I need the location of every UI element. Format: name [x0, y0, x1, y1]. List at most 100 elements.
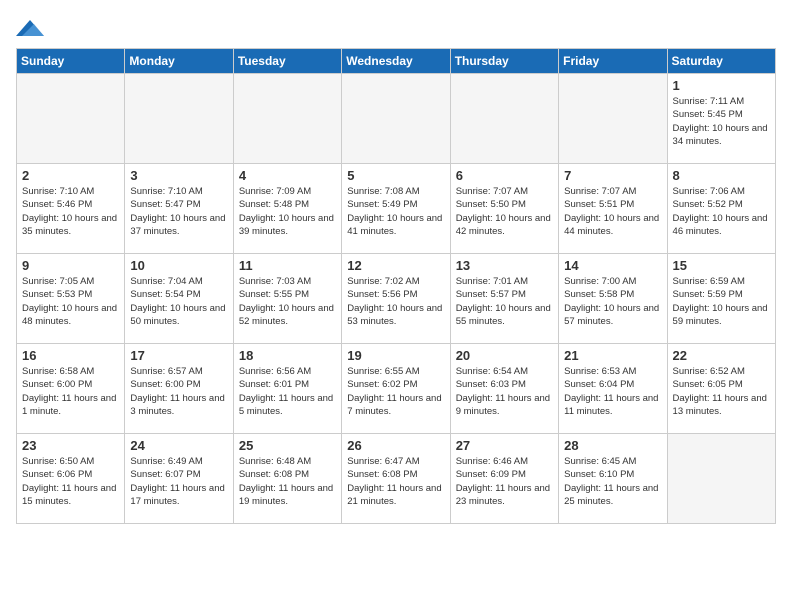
calendar-week-1: 1 Sunrise: 7:11 AM Sunset: 5:45 PM Daylig… [17, 74, 776, 164]
day-info: Sunrise: 6:57 AM Sunset: 6:00 PM Dayligh… [130, 365, 227, 418]
day-info: Sunrise: 6:47 AM Sunset: 6:08 PM Dayligh… [347, 455, 444, 508]
day-info: Sunrise: 7:06 AM Sunset: 5:52 PM Dayligh… [673, 185, 770, 238]
day-info: Sunrise: 7:05 AM Sunset: 5:53 PM Dayligh… [22, 275, 119, 328]
calendar-cell: 13 Sunrise: 7:01 AM Sunset: 5:57 PM Dayli… [450, 254, 558, 344]
calendar-cell: 28 Sunrise: 6:45 AM Sunset: 6:10 PM Dayli… [559, 434, 667, 524]
day-number: 26 [347, 438, 444, 453]
day-info: Sunrise: 6:46 AM Sunset: 6:09 PM Dayligh… [456, 455, 553, 508]
weekday-header-sunday: Sunday [17, 49, 125, 74]
calendar-cell [450, 74, 558, 164]
day-info: Sunrise: 6:53 AM Sunset: 6:04 PM Dayligh… [564, 365, 661, 418]
day-number: 23 [22, 438, 119, 453]
day-info: Sunrise: 7:08 AM Sunset: 5:49 PM Dayligh… [347, 185, 444, 238]
day-number: 24 [130, 438, 227, 453]
weekday-header-saturday: Saturday [667, 49, 775, 74]
calendar-cell: 1 Sunrise: 7:11 AM Sunset: 5:45 PM Daylig… [667, 74, 775, 164]
calendar-cell: 22Sunrise: 6:52 AM Sunset: 6:05 PM Dayli… [667, 344, 775, 434]
day-info: Sunrise: 6:50 AM Sunset: 6:06 PM Dayligh… [22, 455, 119, 508]
day-info: Sunrise: 6:58 AM Sunset: 6:00 PM Dayligh… [22, 365, 119, 418]
weekday-header-friday: Friday [559, 49, 667, 74]
day-number: 6 [456, 168, 553, 183]
day-number: 21 [564, 348, 661, 363]
logo-icon [16, 16, 44, 40]
calendar-cell [17, 74, 125, 164]
day-number: 10 [130, 258, 227, 273]
day-number: 27 [456, 438, 553, 453]
day-number: 8 [673, 168, 770, 183]
calendar-cell [559, 74, 667, 164]
day-number: 3 [130, 168, 227, 183]
day-info: Sunrise: 6:55 AM Sunset: 6:02 PM Dayligh… [347, 365, 444, 418]
day-number: 11 [239, 258, 336, 273]
calendar-week-4: 16 Sunrise: 6:58 AM Sunset: 6:00 PM Dayli… [17, 344, 776, 434]
day-number: 13 [456, 258, 553, 273]
day-number: 25 [239, 438, 336, 453]
calendar-cell: 19 Sunrise: 6:55 AM Sunset: 6:02 PM Dayli… [342, 344, 450, 434]
calendar-week-2: 2 Sunrise: 7:10 AM Sunset: 5:46 PM Daylig… [17, 164, 776, 254]
calendar-cell [233, 74, 341, 164]
day-number: 22 [673, 348, 770, 363]
calendar-cell: 18 Sunrise: 6:56 AM Sunset: 6:01 PM Dayli… [233, 344, 341, 434]
day-number: 17 [130, 348, 227, 363]
day-info: Sunrise: 7:01 AM Sunset: 5:57 PM Dayligh… [456, 275, 553, 328]
calendar-cell [667, 434, 775, 524]
day-info: Sunrise: 7:00 AM Sunset: 5:58 PM Dayligh… [564, 275, 661, 328]
day-number: 4 [239, 168, 336, 183]
day-number: 2 [22, 168, 119, 183]
day-number: 7 [564, 168, 661, 183]
calendar-cell: 9Sunrise: 7:05 AM Sunset: 5:53 PM Daylig… [17, 254, 125, 344]
day-info: Sunrise: 7:07 AM Sunset: 5:51 PM Dayligh… [564, 185, 661, 238]
logo [16, 16, 48, 40]
day-info: Sunrise: 7:07 AM Sunset: 5:50 PM Dayligh… [456, 185, 553, 238]
weekday-header-wednesday: Wednesday [342, 49, 450, 74]
day-info: Sunrise: 6:45 AM Sunset: 6:10 PM Dayligh… [564, 455, 661, 508]
calendar-cell: 25 Sunrise: 6:48 AM Sunset: 6:08 PM Dayli… [233, 434, 341, 524]
day-number: 20 [456, 348, 553, 363]
day-info: Sunrise: 7:04 AM Sunset: 5:54 PM Dayligh… [130, 275, 227, 328]
calendar-cell: 26 Sunrise: 6:47 AM Sunset: 6:08 PM Dayli… [342, 434, 450, 524]
calendar-week-5: 23 Sunrise: 6:50 AM Sunset: 6:06 PM Dayli… [17, 434, 776, 524]
weekday-header-monday: Monday [125, 49, 233, 74]
page-header [16, 16, 776, 40]
calendar-cell: 21 Sunrise: 6:53 AM Sunset: 6:04 PM Dayli… [559, 344, 667, 434]
calendar-cell: 7 Sunrise: 7:07 AM Sunset: 5:51 PM Daylig… [559, 164, 667, 254]
day-number: 28 [564, 438, 661, 453]
day-number: 18 [239, 348, 336, 363]
day-number: 12 [347, 258, 444, 273]
weekday-header-row: SundayMondayTuesdayWednesdayThursdayFrid… [17, 49, 776, 74]
calendar-cell [342, 74, 450, 164]
day-info: Sunrise: 7:10 AM Sunset: 5:46 PM Dayligh… [22, 185, 119, 238]
calendar-cell: 27 Sunrise: 6:46 AM Sunset: 6:09 PM Dayli… [450, 434, 558, 524]
calendar-cell: 4 Sunrise: 7:09 AM Sunset: 5:48 PM Daylig… [233, 164, 341, 254]
day-number: 1 [673, 78, 770, 93]
day-info: Sunrise: 6:59 AM Sunset: 5:59 PM Dayligh… [673, 275, 770, 328]
calendar-cell: 3 Sunrise: 7:10 AM Sunset: 5:47 PM Daylig… [125, 164, 233, 254]
calendar-cell: 15 Sunrise: 6:59 AM Sunset: 5:59 PM Dayli… [667, 254, 775, 344]
calendar-table: SundayMondayTuesdayWednesdayThursdayFrid… [16, 48, 776, 524]
day-info: Sunrise: 7:09 AM Sunset: 5:48 PM Dayligh… [239, 185, 336, 238]
calendar-cell: 14 Sunrise: 7:00 AM Sunset: 5:58 PM Dayli… [559, 254, 667, 344]
day-info: Sunrise: 6:56 AM Sunset: 6:01 PM Dayligh… [239, 365, 336, 418]
day-number: 16 [22, 348, 119, 363]
calendar-cell: 10 Sunrise: 7:04 AM Sunset: 5:54 PM Dayli… [125, 254, 233, 344]
day-info: Sunrise: 6:54 AM Sunset: 6:03 PM Dayligh… [456, 365, 553, 418]
day-info: Sunrise: 7:02 AM Sunset: 5:56 PM Dayligh… [347, 275, 444, 328]
day-info: Sunrise: 6:48 AM Sunset: 6:08 PM Dayligh… [239, 455, 336, 508]
weekday-header-thursday: Thursday [450, 49, 558, 74]
day-info: Sunrise: 7:11 AM Sunset: 5:45 PM Dayligh… [673, 95, 770, 148]
calendar-cell: 24 Sunrise: 6:49 AM Sunset: 6:07 PM Dayli… [125, 434, 233, 524]
calendar-cell: 5 Sunrise: 7:08 AM Sunset: 5:49 PM Daylig… [342, 164, 450, 254]
calendar-week-3: 9Sunrise: 7:05 AM Sunset: 5:53 PM Daylig… [17, 254, 776, 344]
day-number: 19 [347, 348, 444, 363]
day-number: 14 [564, 258, 661, 273]
day-info: Sunrise: 7:03 AM Sunset: 5:55 PM Dayligh… [239, 275, 336, 328]
day-info: Sunrise: 6:49 AM Sunset: 6:07 PM Dayligh… [130, 455, 227, 508]
calendar-cell: 8 Sunrise: 7:06 AM Sunset: 5:52 PM Daylig… [667, 164, 775, 254]
day-number: 15 [673, 258, 770, 273]
calendar-cell: 17 Sunrise: 6:57 AM Sunset: 6:00 PM Dayli… [125, 344, 233, 434]
weekday-header-tuesday: Tuesday [233, 49, 341, 74]
day-info: Sunrise: 7:10 AM Sunset: 5:47 PM Dayligh… [130, 185, 227, 238]
calendar-cell: 2 Sunrise: 7:10 AM Sunset: 5:46 PM Daylig… [17, 164, 125, 254]
day-number: 5 [347, 168, 444, 183]
calendar-cell: 23 Sunrise: 6:50 AM Sunset: 6:06 PM Dayli… [17, 434, 125, 524]
